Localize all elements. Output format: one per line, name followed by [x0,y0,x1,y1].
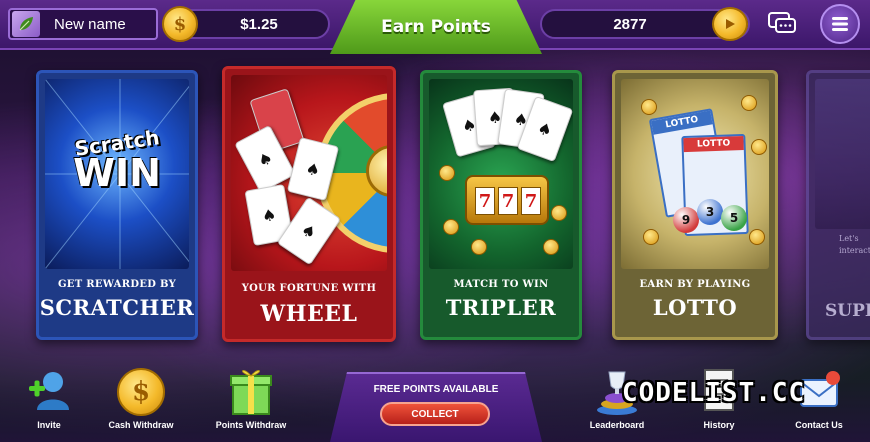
lotto-ball-icon: 9 [673,207,699,233]
watermark-text: CODELIST.CC [622,378,806,408]
coin-icon [551,205,567,221]
invite-user-icon [25,366,73,416]
free-points-text: FREE POINTS AVAILABLE [373,384,499,395]
free-points-panel: FREE POINTS AVAILABLE COLLECT [330,372,542,442]
profile-name-box[interactable]: New name [8,8,158,40]
lotto-ball-icon: 3 [697,199,723,225]
nav-invite[interactable]: Invite [6,366,92,442]
slot-reel: 7 [521,187,541,215]
game-card-lotto[interactable]: LOTTO LOTTO 9 3 5 EARN BY PLAYING LOTTO [612,70,778,340]
game-card-tripler[interactable]: ♠ ♠ ♠ ♠ 7 7 7 MATCH TO WIN TRIPLER [420,70,582,340]
slot-reel: 7 [475,187,495,215]
gift-box-icon [227,366,275,416]
coin-icon [439,165,455,181]
card-subtitle: Let's interact [839,234,870,255]
card-title: TRIPLER [445,295,557,320]
coin-icon [751,139,767,155]
coin-icon [641,99,657,115]
nav-points-withdraw-label: Points Withdraw [215,420,287,430]
coin-icon [741,95,757,111]
game-card-wheel[interactable]: ♠ ♠ ♠ ♠ YOUR FORTUNE WITH WHEEL [222,66,396,342]
card-subtitle: MATCH TO WIN [453,279,549,290]
cash-balance: $1.25 [240,15,278,33]
nav-cash-withdraw[interactable]: $ Cash Withdraw [98,366,184,442]
tab-earn-points[interactable]: Earn Points [330,0,542,54]
nav-contact-us-label: Contact Us [795,420,843,430]
coin-icon [749,229,765,245]
chat-icon[interactable] [766,9,798,39]
lotto-ticket-label: LOTTO [683,135,744,153]
play-coin-icon[interactable] [712,7,748,41]
dollar-coin-icon: $ [162,6,198,42]
slot-reel: 7 [498,187,518,215]
card-title: SUPP [825,301,870,321]
card-subtitle: EARN BY PLAYING [639,279,751,290]
coin-icon [443,219,459,235]
points-balance: 2877 [613,15,647,33]
scratch-win-logo: Scratch WIN [45,125,189,195]
coin-icon [543,239,559,255]
nav-cash-withdraw-label: Cash Withdraw [108,420,174,430]
profile-name: New name [54,15,126,33]
support-art [815,79,870,229]
tripler-art: ♠ ♠ ♠ ♠ 7 7 7 [429,79,573,269]
scratcher-art: Scratch WIN [45,79,189,269]
coin-icon [643,229,659,245]
slot-machine-icon: 7 7 7 [465,175,549,225]
lotto-ticket-label: LOTTO [651,110,713,135]
game-card-scratcher[interactable]: Scratch WIN GET REWARDED BY SCRATCHER [36,70,198,340]
top-bar: New name $1.25 $ Earn Points 2877 [0,0,870,54]
lotto-art: LOTTO LOTTO 9 3 5 [621,79,769,269]
card-title: WHEEL [260,301,358,327]
leaf-icon [12,11,40,37]
card-subtitle: YOUR FORTUNE WITH [241,283,377,294]
nav-points-withdraw[interactable]: Points Withdraw [208,366,294,442]
dollar-coin-icon: $ [117,366,165,416]
nav-history-label: History [703,420,735,430]
nav-leaderboard-label: Leaderboard [589,420,645,430]
lotto-ball-icon: 5 [721,205,747,231]
card-title: SCRATCHER [39,295,195,320]
collect-button-label: COLLECT [411,408,459,420]
game-card-support-partial[interactable]: Let's interact SUPP [806,70,870,340]
collect-button[interactable]: COLLECT [380,402,490,426]
menu-icon[interactable] [820,4,860,44]
coin-icon [471,239,487,255]
nav-invite-label: Invite [37,420,61,430]
card-subtitle: GET REWARDED BY [57,279,177,290]
card-title: LOTTO [652,295,738,320]
wheel-art: ♠ ♠ ♠ ♠ [231,75,387,271]
tab-earn-points-label: Earn Points [381,17,491,37]
